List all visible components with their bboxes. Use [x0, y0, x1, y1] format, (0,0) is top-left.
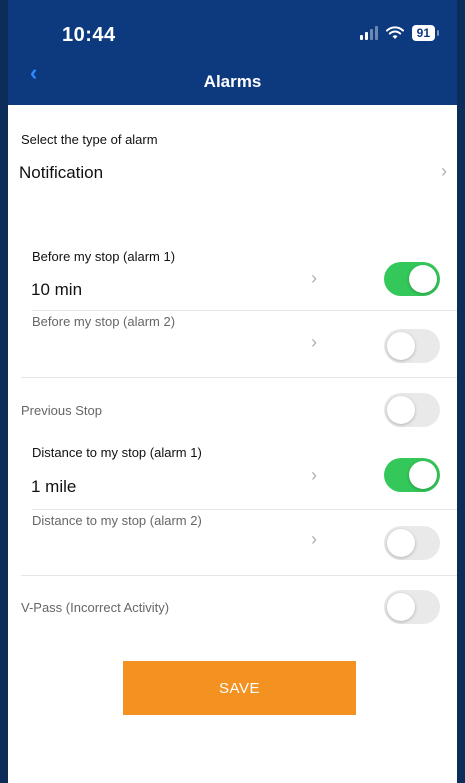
- distance-stop-alarm-1-row[interactable]: Distance to my stop (alarm 1) 1 mile ›: [8, 439, 457, 509]
- chevron-right-icon: ›: [441, 161, 447, 181]
- distance-stop-alarm-1-toggle[interactable]: [384, 458, 440, 492]
- chevron-right-icon: ›: [311, 465, 317, 485]
- before-stop-alarm-1-row[interactable]: Before my stop (alarm 1) 10 min ›: [8, 240, 457, 310]
- alarm-type-label: Select the type of alarm: [21, 132, 158, 147]
- distance-stop-alarm-1-label: Distance to my stop (alarm 1): [32, 445, 202, 460]
- signal-icon: [359, 26, 378, 40]
- previous-stop-row: Previous Stop: [8, 377, 457, 439]
- chevron-right-icon: ›: [311, 529, 317, 549]
- distance-stop-alarm-2-label: Distance to my stop (alarm 2): [32, 513, 202, 528]
- before-stop-alarm-1-toggle[interactable]: [384, 262, 440, 296]
- alarm-type-value: Notification: [19, 163, 104, 182]
- previous-stop-toggle[interactable]: [384, 393, 440, 427]
- before-stop-alarm-2-label: Before my stop (alarm 2): [32, 314, 176, 329]
- save-button[interactable]: SAVE: [123, 661, 356, 715]
- v-pass-row: V-Pass (Incorrect Activity): [8, 575, 457, 637]
- before-stop-alarm-1-value: 10 min: [31, 280, 83, 299]
- battery-icon: 91: [411, 25, 440, 41]
- previous-stop-label: Previous Stop: [21, 403, 102, 418]
- app-screen: 10:44 91 ‹ Alarms Select the type of ala…: [8, 0, 457, 783]
- status-time: 10:44: [62, 24, 116, 46]
- page-title: Alarms: [203, 72, 262, 91]
- chevron-right-icon: ›: [311, 268, 317, 288]
- distance-stop-alarm-2-toggle[interactable]: [384, 526, 440, 560]
- v-pass-label: V-Pass (Incorrect Activity): [21, 600, 170, 615]
- wifi-icon: [385, 26, 404, 39]
- header-bar: 10:44 91 ‹ Alarms: [8, 0, 457, 105]
- v-pass-toggle[interactable]: [384, 590, 440, 624]
- distance-stop-alarm-2-row[interactable]: Distance to my stop (alarm 2) ›: [8, 509, 457, 575]
- before-stop-alarm-1-label: Before my stop (alarm 1): [32, 249, 176, 264]
- alarm-type-row[interactable]: Select the type of alarm Notification ›: [8, 105, 457, 205]
- before-stop-alarm-2-toggle[interactable]: [384, 329, 440, 363]
- distance-stop-alarm-1-value: 1 mile: [31, 477, 77, 496]
- chevron-right-icon: ›: [311, 332, 317, 352]
- status-icons: 91: [359, 25, 440, 41]
- before-stop-alarm-2-row[interactable]: Before my stop (alarm 2) ›: [8, 310, 457, 376]
